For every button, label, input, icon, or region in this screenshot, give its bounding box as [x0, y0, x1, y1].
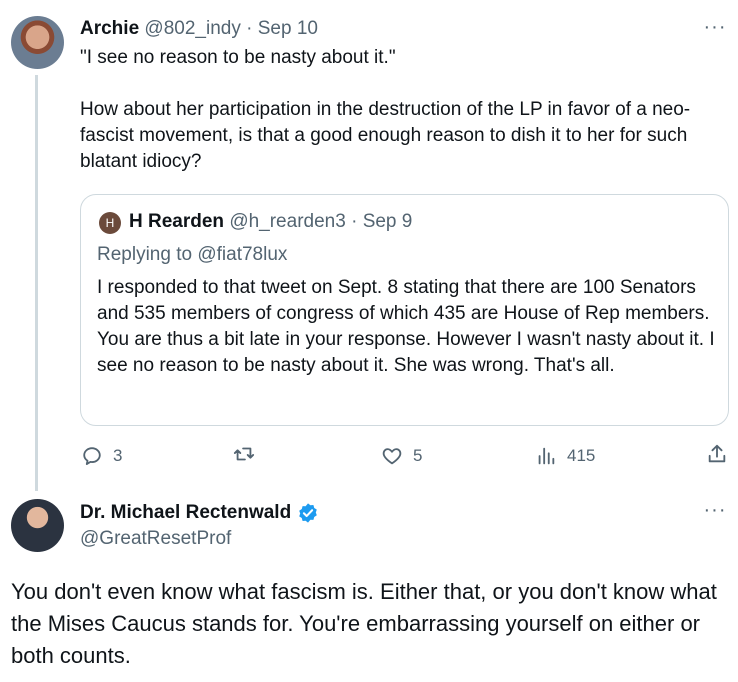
reply-icon: [83, 447, 101, 465]
author-name[interactable]: Dr. Michael Rectenwald: [80, 500, 291, 526]
retweet-button[interactable]: [233, 443, 265, 465]
separator: ·: [246, 18, 253, 39]
verified-badge-icon[interactable]: [297, 502, 319, 524]
action-bar: 3 5 415: [0, 443, 738, 469]
replying-prefix: Replying to: [97, 244, 193, 265]
avatar[interactable]: [11, 16, 64, 69]
views-count: 415: [567, 446, 596, 465]
share-icon: [708, 444, 726, 463]
author-name[interactable]: Archie: [80, 18, 139, 39]
reply-count: 3: [113, 446, 123, 465]
separator: ·: [351, 211, 358, 232]
quoted-text: I responded to that tweet on Sept. 8 sta…: [97, 277, 715, 376]
more-options-button[interactable]: ···: [700, 499, 730, 521]
like-button[interactable]: 5: [381, 443, 422, 469]
avatar[interactable]: [11, 499, 64, 552]
quoted-header: H Rearden @h_rearden3 · Sep 9: [129, 209, 412, 235]
tweet-text: "I see no reason to be nasty about it." …: [80, 47, 691, 172]
views-icon: [538, 447, 555, 465]
replying-to: Replying to @fiat78lux: [97, 242, 287, 268]
retweet-icon: [233, 447, 255, 461]
tweet-header: Archie @802_indy · Sep 10: [80, 16, 318, 42]
reply-button[interactable]: 3: [81, 443, 122, 469]
views-button[interactable]: 415: [535, 443, 595, 469]
quoted-author-handle: @h_rearden3: [229, 211, 346, 232]
tweet-date[interactable]: Sep 10: [258, 18, 318, 39]
replying-handle: @fiat78lux: [197, 244, 288, 265]
quoted-avatar: H: [99, 212, 121, 234]
quoted-tweet[interactable]: H H Rearden @h_rearden3 · Sep 9 Replying…: [80, 194, 729, 426]
quoted-date: Sep 9: [362, 211, 413, 232]
author-handle[interactable]: @802_indy: [144, 18, 240, 39]
thread-line: [35, 75, 38, 491]
quoted-author-name: H Rearden: [129, 211, 225, 232]
like-count: 5: [413, 446, 423, 465]
author-name-row: Dr. Michael Rectenwald: [80, 500, 319, 526]
tweet-text: You don't even know what fascism is. Eit…: [11, 579, 717, 668]
like-icon: [382, 448, 402, 465]
more-options-button[interactable]: ···: [700, 16, 730, 38]
share-button[interactable]: [706, 443, 728, 465]
author-handle[interactable]: @GreatResetProf: [80, 526, 231, 552]
